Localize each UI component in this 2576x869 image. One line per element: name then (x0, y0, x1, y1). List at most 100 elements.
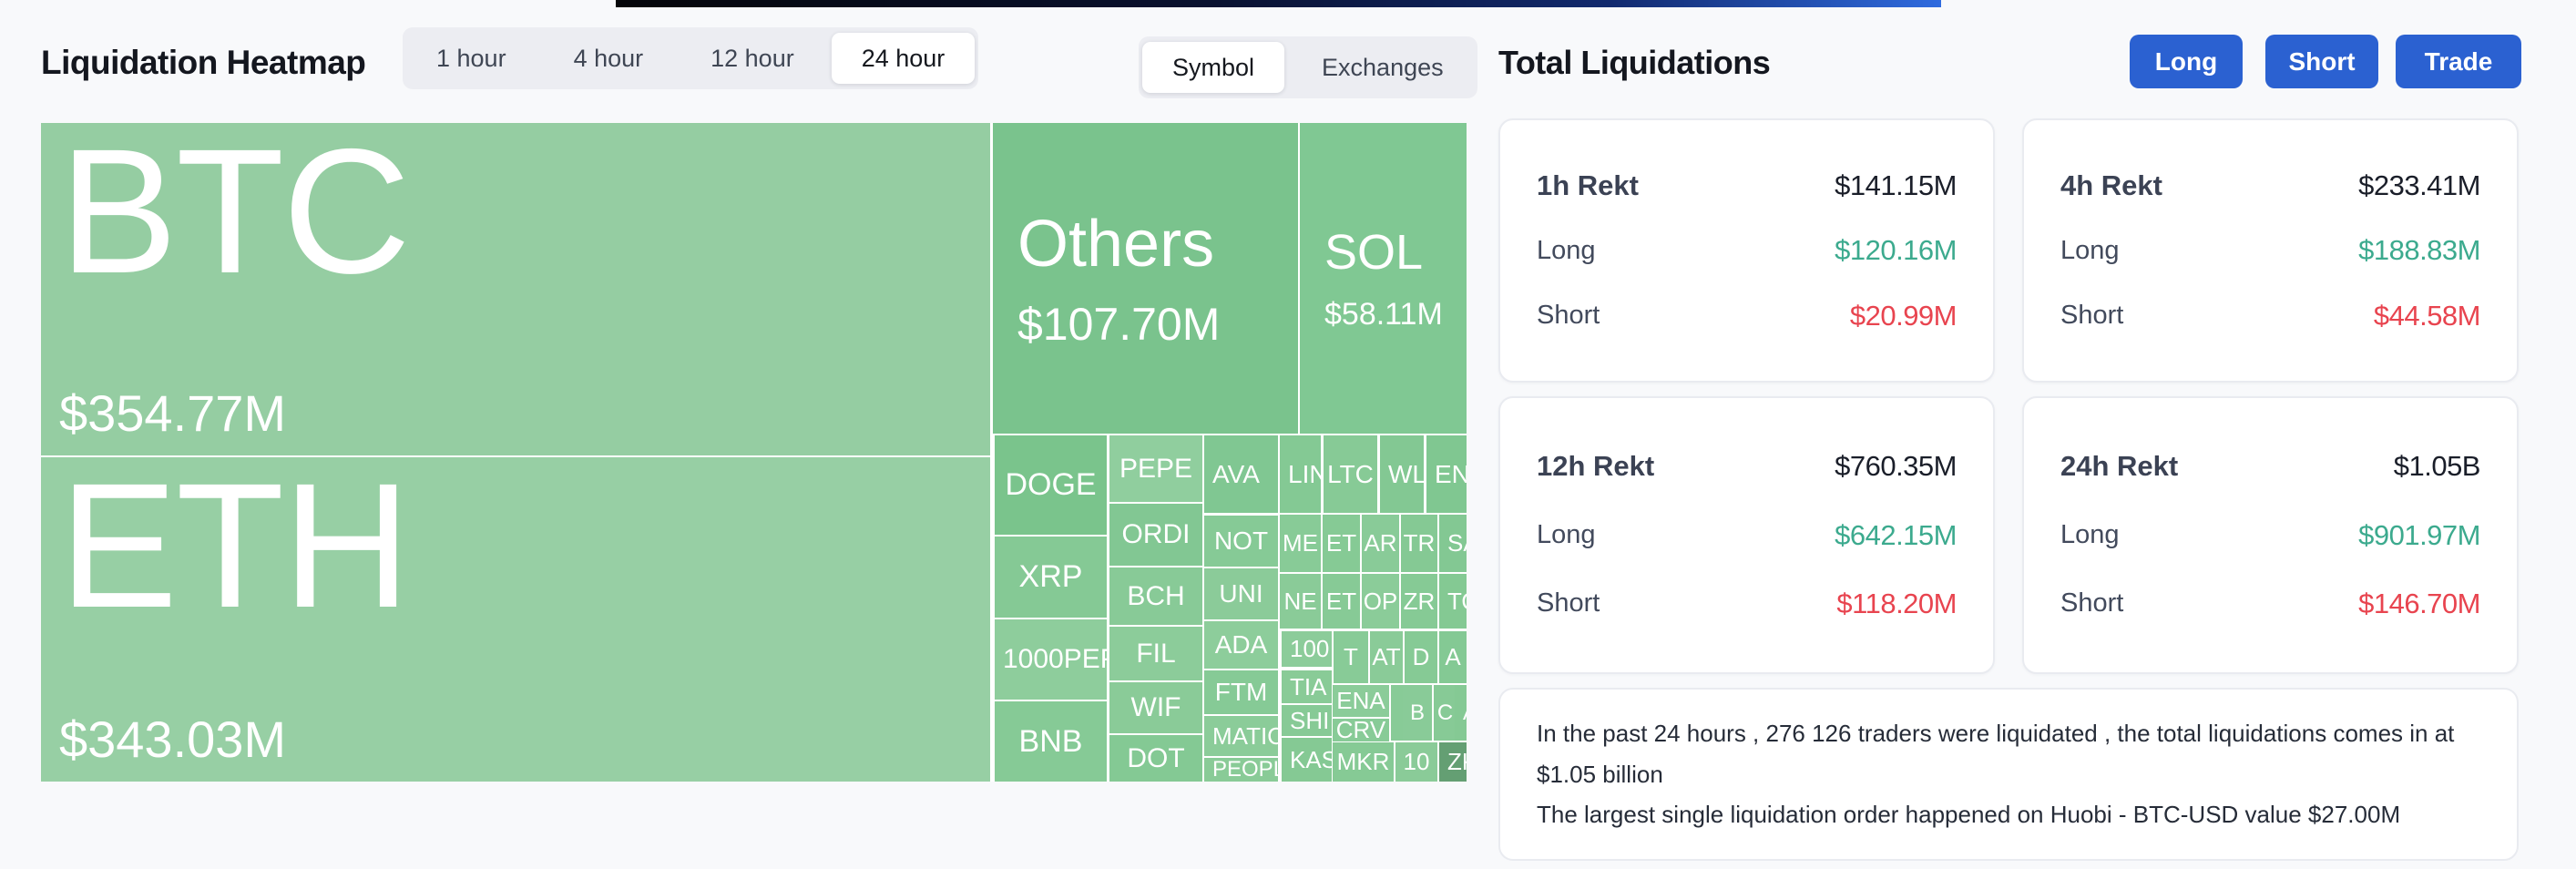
treemap-cell-shi[interactable]: SHI (1282, 705, 1332, 736)
treemap-cell-10[interactable]: 10 (1395, 742, 1437, 782)
treemap-cell-symbol: ZK (1447, 748, 1467, 775)
treemap-cell-others[interactable]: Others $107.70M (993, 123, 1298, 434)
treemap-cell-mkr[interactable]: MKR (1333, 742, 1394, 782)
treemap-cell-symbol: TO (1447, 587, 1467, 615)
treemap-cell-100[interactable]: 100 (1282, 631, 1332, 667)
treemap-cell-ne[interactable]: NE (1280, 574, 1321, 629)
treemap-cell-et[interactable]: ET (1323, 574, 1360, 629)
time-filter-12-hour[interactable]: 12 hour (680, 33, 824, 84)
treemap-cell-xrp[interactable]: XRP (995, 537, 1107, 618)
treemap-cell-ada[interactable]: ADA (1204, 621, 1278, 669)
treemap-cell-symbol: PEOPLE (1212, 758, 1278, 782)
treemap-cell-symbol: 10 (1403, 748, 1430, 775)
treemap-cell-symbol: SOL (1324, 225, 1424, 280)
treemap-cell-pepe[interactable]: PEPE (1109, 435, 1202, 502)
time-filter-24-hour[interactable]: 24 hour (831, 33, 976, 84)
treemap-cell-d[interactable]: D (1405, 631, 1437, 683)
treemap-cell-symbol: PEPE (1119, 453, 1193, 484)
treemap-cell-symbol: D (1412, 643, 1430, 670)
treemap-cell-ltc[interactable]: LTC (1324, 435, 1377, 513)
treemap-cell-a[interactable]: A (1439, 631, 1467, 683)
treemap-cell-eth[interactable]: ETH $343.03M (41, 457, 990, 782)
treemap-cell-symbol: LIN (1288, 459, 1321, 488)
treemap-cell-symbol: ET (1325, 529, 1357, 557)
treemap-cell-lin[interactable]: LIN (1280, 435, 1321, 513)
treemap-cell-symbol: A (1445, 643, 1461, 670)
treemap-cell-dot[interactable]: DOT (1109, 735, 1202, 782)
treemap-cell-zr[interactable]: ZR (1401, 574, 1437, 629)
trade-button[interactable]: Trade (2396, 35, 2521, 88)
treemap-cell-ar[interactable]: AR (1362, 515, 1399, 572)
treemap-cell-symbol: AVA (1212, 459, 1260, 488)
treemap-cell-wif[interactable]: WIF (1109, 682, 1202, 733)
treemap-cell-sa[interactable]: SA (1439, 515, 1467, 572)
treemap-cell-c[interactable]: C (1434, 685, 1457, 741)
treemap-cell-crv[interactable]: CRV (1333, 719, 1389, 741)
treemap-cell-blank[interactable] (1391, 685, 1403, 741)
card-total-value: $141.15M (1835, 169, 1957, 201)
treemap-cell-not[interactable]: NOT (1204, 516, 1278, 567)
treemap-cell-op[interactable]: OP (1362, 574, 1399, 629)
treemap-cell-t[interactable]: T (1334, 631, 1368, 683)
time-filter-4-hour[interactable]: 4 hour (544, 33, 674, 84)
long-value: $120.16M (1835, 234, 1957, 266)
view-toggle-symbol[interactable]: Symbol (1142, 42, 1285, 93)
long-button[interactable]: Long (2130, 35, 2243, 88)
short-value: $20.99M (1849, 299, 1958, 332)
treemap-cell-symbol: MATIC (1212, 721, 1278, 750)
rekt-card-1h: 1h Rekt $141.15M Long $120.16M Short $20… (1498, 118, 1995, 383)
treemap-cell-wl[interactable]: WL (1380, 435, 1424, 513)
treemap-cell-symbol: AT (1372, 643, 1401, 670)
treemap-cell-me[interactable]: ME (1280, 515, 1321, 572)
short-label: Short (1537, 588, 1600, 619)
treemap-cell-symbol: T (1344, 643, 1358, 670)
short-value: $44.58M (2373, 299, 2481, 332)
treemap-cell-symbol: BCH (1127, 580, 1185, 611)
summary-line-2: The largest single liquidation order hap… (1537, 801, 2401, 829)
long-label: Long (1537, 520, 1596, 549)
view-toggle-group: Symbol Exchanges (1139, 36, 1477, 98)
time-filter-1-hour[interactable]: 1 hour (406, 33, 537, 84)
view-toggle-exchanges[interactable]: Exchanges (1292, 42, 1474, 93)
treemap-cell-bch[interactable]: BCH (1109, 567, 1202, 625)
treemap-cell-zk[interactable]: ZK (1439, 742, 1467, 782)
time-filter-group: 1 hour 4 hour 12 hour 24 hour (403, 27, 979, 89)
treemap-cell-fil[interactable]: FIL (1109, 627, 1202, 680)
short-value: $118.20M (1836, 587, 1957, 619)
treemap-cell-matic[interactable]: MATIC (1204, 716, 1278, 756)
short-button[interactable]: Short (2265, 35, 2378, 88)
treemap-cell-ava[interactable]: AVA (1204, 435, 1278, 513)
treemap-cell-at[interactable]: AT (1370, 631, 1403, 683)
treemap-cell-kas[interactable]: KAS (1282, 738, 1332, 782)
treemap-cell-doge[interactable]: DOGE (995, 435, 1107, 535)
treemap-cell-people[interactable]: PEOPLE (1204, 758, 1278, 782)
treemap-cell-et[interactable]: ET (1323, 515, 1360, 572)
treemap-cell-ena[interactable]: ENA (1333, 685, 1389, 717)
treemap-cell-1000pepe[interactable]: 1000PEPE (995, 619, 1107, 700)
treemap-cell-symbol: FTM (1214, 678, 1268, 706)
treemap-cell-sol[interactable]: SOL $58.11M (1300, 123, 1467, 434)
treemap-cell-uni[interactable]: UNI (1204, 568, 1278, 619)
treemap-cell-btc[interactable]: BTC $354.77M (41, 123, 990, 455)
treemap-cell-ordi[interactable]: ORDI (1109, 504, 1202, 566)
treemap-cell-en[interactable]: EN (1426, 435, 1467, 513)
long-value: $642.15M (1835, 518, 1957, 551)
treemap-cell-symbol: OP (1363, 587, 1398, 615)
treemap-cell-value: $354.77M (59, 384, 287, 442)
card-total-value: $760.35M (1835, 450, 1957, 483)
treemap-cell-tr[interactable]: TR (1401, 515, 1437, 572)
treemap-cell-a[interactable]: A (1455, 685, 1467, 741)
long-label: Long (2060, 235, 2120, 265)
total-liquidations-title: Total Liquidations (1498, 44, 1771, 81)
treemap-cell-b[interactable]: B (1403, 685, 1432, 741)
treemap-cell-value: $107.70M (1017, 298, 1221, 350)
treemap-cell-symbol: SHI (1290, 706, 1330, 734)
treemap-cell-ftm[interactable]: FTM (1204, 670, 1278, 714)
treemap-cell-tia[interactable]: TIA (1282, 670, 1332, 703)
card-total-value: $233.41M (2358, 169, 2480, 201)
treemap-cell-symbol: NE (1283, 587, 1317, 615)
treemap-cell-bnb[interactable]: BNB (995, 701, 1107, 782)
treemap-cell-symbol: B (1409, 700, 1425, 725)
treemap-cell-symbol: EN (1435, 459, 1467, 488)
treemap-cell-to[interactable]: TO (1439, 574, 1467, 629)
